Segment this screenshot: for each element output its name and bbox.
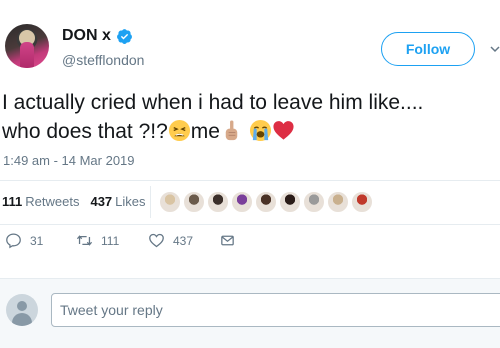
name-row: DON x xyxy=(62,27,133,45)
display-name[interactable]: DON x xyxy=(62,27,111,45)
like-action[interactable]: 437 xyxy=(148,232,193,249)
reply-avatar xyxy=(6,294,38,326)
tweet-timestamp[interactable]: 1:49 am - 14 Mar 2019 xyxy=(3,153,135,168)
weary-face-emoji-icon xyxy=(168,119,190,142)
heart-icon[interactable] xyxy=(148,232,165,249)
liker-avatar[interactable] xyxy=(327,191,349,213)
reply-composer: Tweet your reply xyxy=(0,279,500,348)
user-handle[interactable]: @stefflondon xyxy=(62,52,144,68)
like-count: 437 xyxy=(173,233,194,248)
reply-count: 31 xyxy=(30,233,44,248)
likes-count[interactable]: 437 xyxy=(90,194,112,209)
liker-avatar[interactable] xyxy=(303,191,325,213)
verified-badge-icon xyxy=(116,28,132,44)
divider xyxy=(0,180,500,181)
retweet-icon[interactable] xyxy=(76,232,93,249)
tweet-text-line2: who does that ?!? xyxy=(2,120,168,143)
chevron-down-icon[interactable] xyxy=(490,44,500,54)
divider xyxy=(0,224,500,225)
liker-avatar[interactable] xyxy=(255,191,277,213)
retweets-count[interactable]: 111 xyxy=(2,194,22,209)
follow-button[interactable]: Follow xyxy=(381,32,475,66)
profile-avatar[interactable] xyxy=(5,24,49,68)
stats-separator xyxy=(150,186,151,218)
red-heart-emoji-icon xyxy=(273,121,294,140)
loudly-crying-face-emoji-icon xyxy=(249,119,271,142)
tweet-text-line1: I actually cried when i had to leave him… xyxy=(2,91,424,114)
reply-input[interactable]: Tweet your reply xyxy=(51,293,500,327)
liker-avatar[interactable] xyxy=(207,191,229,213)
tweet-text: I actually cried when i had to leave him… xyxy=(2,88,500,146)
message-action[interactable] xyxy=(219,232,236,249)
liker-avatar[interactable] xyxy=(279,191,301,213)
liker-avatar[interactable] xyxy=(351,191,373,213)
likes-label[interactable]: Likes xyxy=(115,194,145,209)
reply-icon[interactable] xyxy=(5,232,22,249)
tweet-stats: 111 Retweets 437 Likes xyxy=(2,194,146,209)
tweet-text-me: me xyxy=(190,120,220,143)
index-pointing-up-emoji-icon xyxy=(225,120,238,141)
tweet-actions: 31 111 437 xyxy=(0,232,500,256)
liker-avatars xyxy=(159,191,375,213)
liker-avatar[interactable] xyxy=(183,191,205,213)
envelope-icon[interactable] xyxy=(219,232,236,249)
tweet-header: DON x @stefflondon Follow xyxy=(0,22,500,72)
liker-avatar[interactable] xyxy=(231,191,253,213)
retweets-label[interactable]: Retweets xyxy=(25,194,79,209)
liker-avatar[interactable] xyxy=(159,191,181,213)
reply-action[interactable]: 31 xyxy=(5,232,43,249)
retweet-action[interactable]: 111 xyxy=(76,232,119,249)
retweet-count: 111 xyxy=(101,233,120,248)
